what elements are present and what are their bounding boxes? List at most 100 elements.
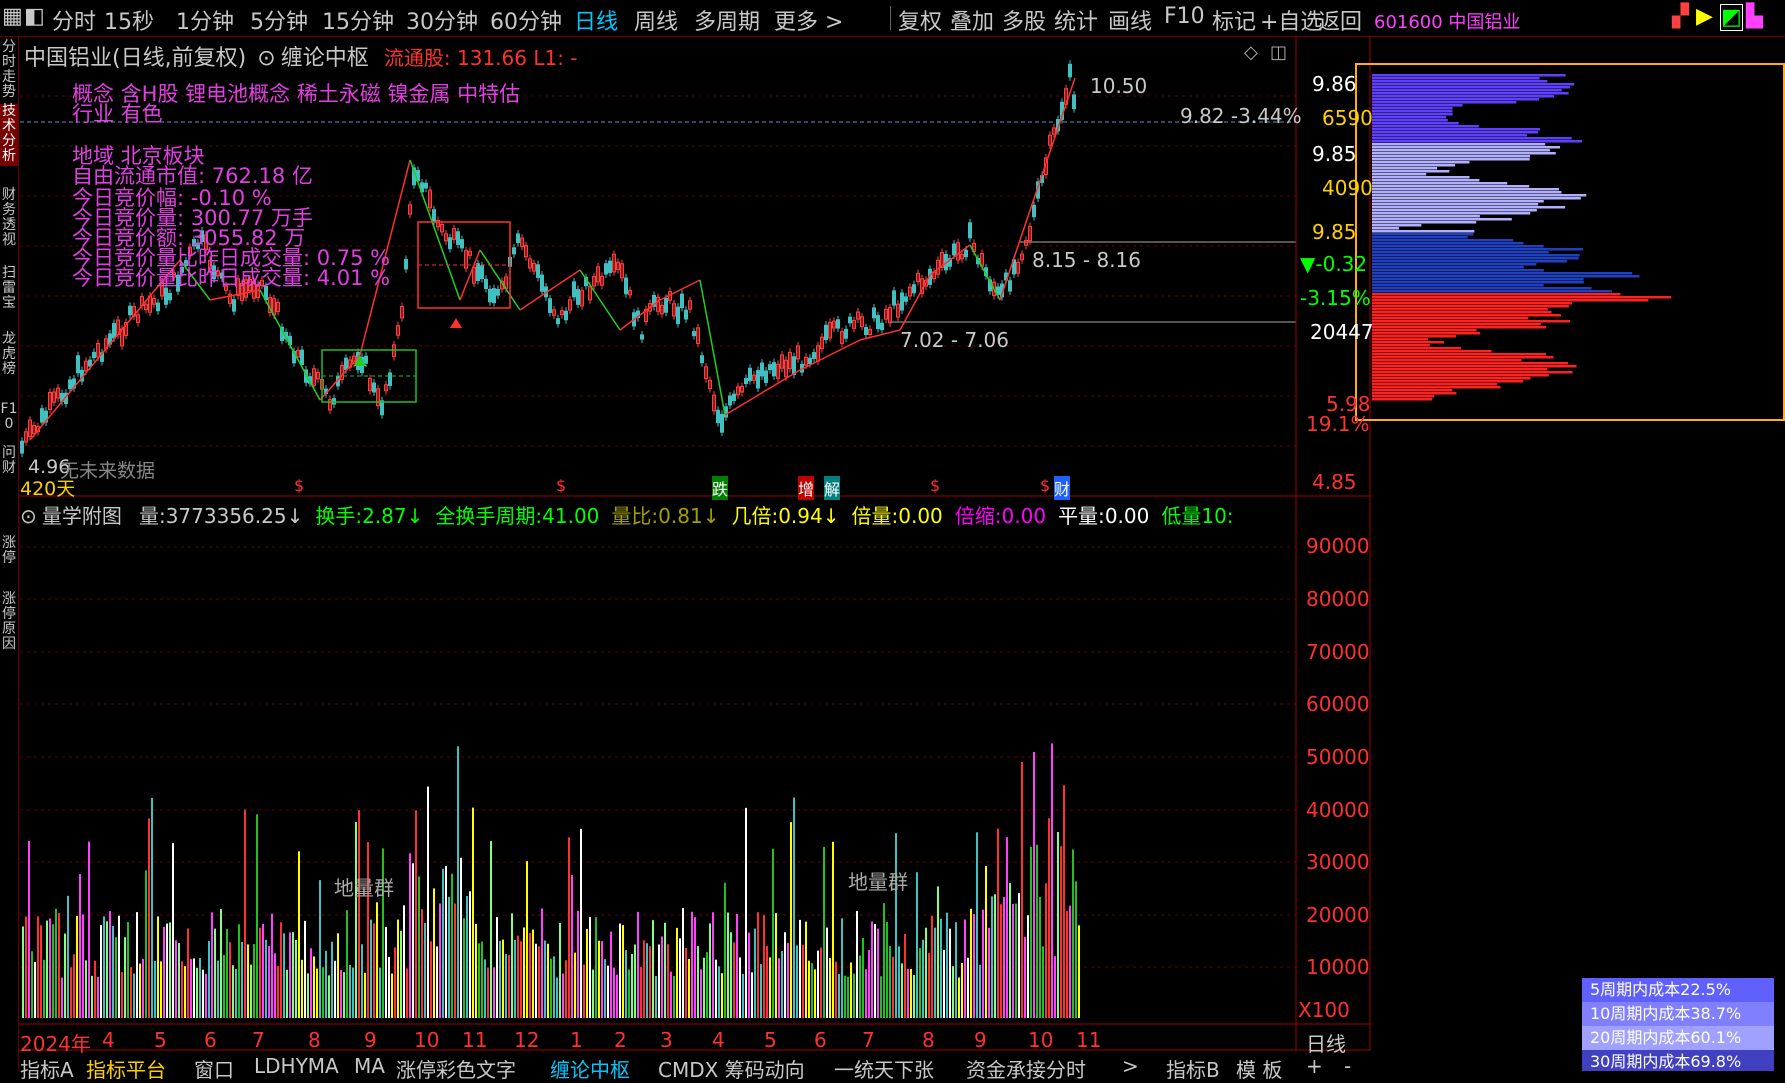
volume-bar [877, 928, 879, 1018]
candle-body [68, 379, 72, 390]
chip-bar [1372, 284, 1544, 287]
volume-bar [76, 915, 78, 1018]
tab-indicator-b[interactable]: 指标B [1166, 1054, 1220, 1083]
candle-body [432, 209, 436, 222]
tab-add[interactable]: + [1306, 1054, 1323, 1078]
tab-remove[interactable]: - [1344, 1054, 1351, 1078]
tab-indicator-a[interactable]: 指标A [20, 1054, 74, 1083]
chip-bar [1372, 374, 1549, 377]
period-label: 日线 [1306, 1032, 1346, 1056]
volume-bar [310, 948, 312, 1018]
volume-bar [670, 971, 672, 1018]
chip-bar [1372, 200, 1544, 203]
cost-legend-30: 30周期内成本69.8% [1582, 1050, 1774, 1071]
date-label-year: 2024年 [20, 1032, 91, 1056]
volume-bar [73, 954, 75, 1018]
volume-bar [1030, 846, 1032, 1018]
tab-ma[interactable]: MA [354, 1054, 385, 1078]
date-label: 8 [308, 1028, 321, 1052]
volume-bar [895, 833, 897, 1018]
chip-bar [1372, 275, 1640, 278]
event-marker-fall[interactable]: 跌 [712, 476, 729, 500]
chip-bar [1372, 194, 1587, 197]
volume-bar [658, 944, 660, 1018]
volume-bar [1015, 903, 1017, 1018]
volume-metric-value: 0.94↓ [778, 504, 840, 528]
volume-bar [331, 941, 333, 1018]
candle-body [824, 324, 828, 341]
candle-body [700, 355, 704, 364]
vol-axis-50000: 50000 [1306, 745, 1370, 769]
volume-bar [646, 943, 648, 1018]
event-marker-increase[interactable]: 增 [798, 476, 815, 500]
event-marker-dollar[interactable]: $ [556, 476, 566, 495]
candle-body [92, 351, 96, 359]
chip-bar [1372, 86, 1570, 89]
volume-bar [652, 920, 654, 1018]
volume-bar [592, 969, 594, 1018]
volume-bar [301, 959, 303, 1018]
event-marker-unlock[interactable]: 解 [824, 476, 841, 500]
volume-bar [118, 915, 120, 1018]
candle-body [1032, 204, 1036, 218]
chip-bar [1372, 314, 1561, 317]
volume-bar [181, 961, 183, 1018]
window-toggle-icon[interactable]: ◫ [1270, 42, 1287, 63]
candle-body [608, 260, 612, 273]
current-price-label: 9.82 -3.44% [1180, 104, 1302, 128]
volume-bar [280, 922, 282, 1018]
volume-bar [805, 921, 807, 1018]
volume-bar [115, 937, 117, 1018]
candle-body [484, 278, 488, 290]
candle-body [732, 393, 736, 402]
chip-bar [1372, 263, 1537, 266]
volume-metric: 倍量: [851, 504, 899, 528]
volume-bar [154, 960, 156, 1018]
volume-bar [409, 853, 411, 1018]
volume-bar [205, 973, 207, 1018]
chip-bar [1372, 224, 1422, 227]
date-label: 3 [660, 1028, 673, 1052]
date-label: 12 [514, 1028, 540, 1052]
tab-cmdx[interactable]: CMDX 筹码动向 [658, 1054, 805, 1083]
chip-bar [1372, 140, 1582, 143]
tab-indicator-platform[interactable]: 指标平台 [86, 1054, 166, 1083]
volume-bar [322, 967, 324, 1018]
candle-body [164, 287, 168, 305]
volume-bar [502, 939, 504, 1018]
indicator-dropdown-icon[interactable]: ⊙ [257, 46, 275, 71]
candle-body [564, 310, 568, 321]
event-marker-finance[interactable]: 财 [1054, 476, 1071, 500]
tab-window[interactable]: 窗口 [194, 1054, 234, 1083]
candle-body [680, 293, 684, 309]
chip-bar [1372, 80, 1548, 83]
event-marker-dollar[interactable]: $ [1040, 476, 1050, 495]
axis-price-top: 9.86 [1312, 72, 1357, 96]
volume-bar [655, 975, 657, 1018]
volume-bar [274, 953, 276, 1018]
tab-ldhyma[interactable]: LDHYMA [254, 1054, 339, 1078]
tab-chan-center[interactable]: 缠论中枢 [550, 1054, 630, 1083]
industry-line: 行业 有色 [72, 102, 163, 126]
event-marker-dollar[interactable]: $ [930, 476, 940, 495]
event-marker-dollar[interactable]: $ [294, 476, 304, 495]
chip-bar [1372, 185, 1530, 188]
diamond-icon[interactable]: ◇ [1244, 42, 1258, 63]
tab-more-arrow[interactable]: > [1122, 1054, 1139, 1078]
volume-bar [46, 920, 48, 1018]
volume-bar [595, 917, 597, 1018]
indicator-name[interactable]: 缠论中枢 [281, 46, 369, 71]
volume-panel-title[interactable]: 量学附图 [42, 504, 122, 528]
chip-bar [1372, 212, 1531, 215]
volume-metric: 量: [138, 504, 166, 528]
volume-bar [175, 940, 177, 1018]
chip-bar [1372, 308, 1548, 311]
tab-limit-up-color-text[interactable]: 涨停彩色文字 [396, 1054, 516, 1083]
volume-bar [517, 935, 519, 1018]
tab-unify[interactable]: 一统天下张 [834, 1054, 934, 1083]
volume-metric: 换手: [315, 504, 363, 528]
tab-template[interactable]: 模 板 [1236, 1054, 1282, 1083]
tab-fund-support[interactable]: 资金承接分时 [966, 1054, 1086, 1083]
volume-indicator-dropdown-icon[interactable]: ⊙ [20, 504, 37, 528]
candle-body [556, 318, 560, 325]
